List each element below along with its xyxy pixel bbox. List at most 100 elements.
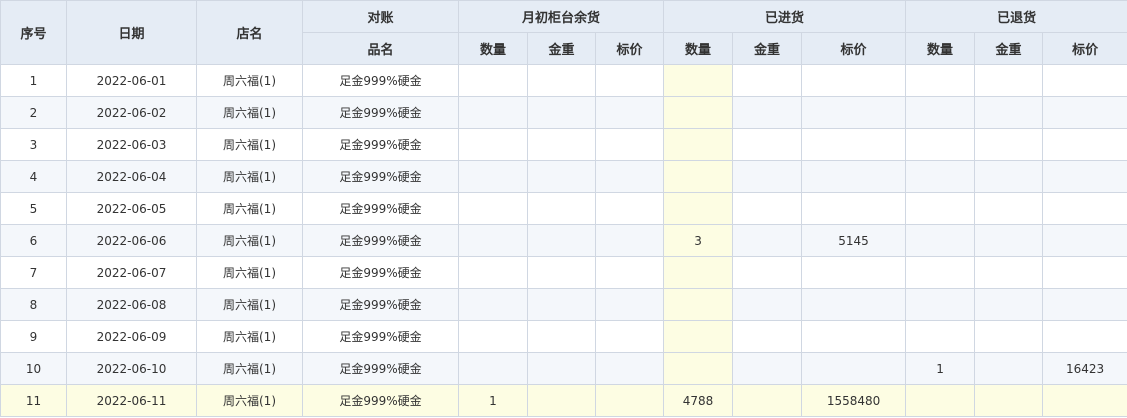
header-date[interactable]: 日期 bbox=[66, 0, 197, 65]
cell-received-price[interactable] bbox=[801, 64, 907, 97]
cell-date[interactable]: 2022-06-01 bbox=[66, 64, 197, 97]
cell-opening-qty[interactable] bbox=[458, 352, 528, 385]
cell-date[interactable]: 2022-06-08 bbox=[66, 288, 197, 321]
cell-returned-weight[interactable] bbox=[974, 224, 1044, 257]
header-product[interactable]: 品名 bbox=[302, 32, 459, 65]
cell-returned-weight[interactable] bbox=[974, 96, 1044, 129]
cell-received-qty[interactable] bbox=[663, 96, 734, 129]
cell-returned-weight[interactable] bbox=[974, 160, 1044, 193]
cell-received-price[interactable]: 1558480 bbox=[801, 384, 907, 417]
table-row[interactable]: 11 2022-06-11 周六福(1) 足金999%硬金 1 4788 1558480 bbox=[0, 384, 1127, 417]
cell-opening-qty[interactable] bbox=[458, 288, 528, 321]
cell-received-qty[interactable]: 4788 bbox=[663, 384, 734, 417]
cell-opening-qty[interactable] bbox=[458, 96, 528, 129]
cell-returned-qty[interactable] bbox=[905, 128, 976, 161]
cell-returned-weight[interactable] bbox=[974, 288, 1044, 321]
header-received-price[interactable]: 标价 bbox=[801, 32, 907, 65]
cell-received-price[interactable] bbox=[801, 160, 907, 193]
cell-opening-price[interactable] bbox=[594, 192, 665, 225]
cell-opening-qty[interactable] bbox=[458, 160, 528, 193]
cell-received-weight[interactable] bbox=[732, 384, 803, 417]
cell-returned-qty[interactable] bbox=[905, 160, 976, 193]
cell-product[interactable]: 足金999%硬金 bbox=[302, 192, 459, 225]
cell-opening-price[interactable] bbox=[594, 224, 665, 257]
cell-opening-weight[interactable] bbox=[527, 160, 596, 193]
cell-opening-weight[interactable] bbox=[527, 224, 596, 257]
cell-opening-qty[interactable] bbox=[458, 224, 528, 257]
cell-received-weight[interactable] bbox=[732, 160, 803, 193]
header-seq[interactable]: 序号 bbox=[0, 0, 67, 65]
table-row[interactable]: 9 2022-06-09 周六福(1) 足金999%硬金 bbox=[0, 320, 1127, 353]
header-opening-price[interactable]: 标价 bbox=[594, 32, 665, 65]
cell-returned-price[interactable] bbox=[1042, 288, 1127, 321]
cell-seq[interactable]: 3 bbox=[0, 128, 67, 161]
cell-received-qty[interactable] bbox=[663, 192, 734, 225]
cell-returned-qty[interactable] bbox=[905, 256, 976, 289]
cell-opening-qty[interactable] bbox=[458, 192, 528, 225]
cell-received-price[interactable] bbox=[801, 96, 907, 129]
header-opening-weight[interactable]: 金重 bbox=[527, 32, 596, 65]
cell-returned-price[interactable] bbox=[1042, 64, 1127, 97]
table-row[interactable]: 10 2022-06-10 周六福(1) 足金999%硬金 1 16423 bbox=[0, 352, 1127, 385]
table-row[interactable]: 7 2022-06-07 周六福(1) 足金999%硬金 bbox=[0, 256, 1127, 289]
header-received-weight[interactable]: 金重 bbox=[732, 32, 803, 65]
cell-received-weight[interactable] bbox=[732, 96, 803, 129]
cell-received-qty[interactable] bbox=[663, 64, 734, 97]
cell-received-weight[interactable] bbox=[732, 256, 803, 289]
cell-received-qty[interactable] bbox=[663, 320, 734, 353]
cell-store[interactable]: 周六福(1) bbox=[196, 320, 303, 353]
cell-received-price[interactable] bbox=[801, 320, 907, 353]
cell-opening-qty[interactable]: 1 bbox=[458, 384, 528, 417]
cell-date[interactable]: 2022-06-06 bbox=[66, 224, 197, 257]
table-row[interactable]: 3 2022-06-03 周六福(1) 足金999%硬金 bbox=[0, 128, 1127, 161]
cell-received-qty[interactable] bbox=[663, 288, 734, 321]
cell-received-qty[interactable] bbox=[663, 256, 734, 289]
cell-returned-qty[interactable] bbox=[905, 384, 976, 417]
cell-opening-weight[interactable] bbox=[527, 96, 596, 129]
header-received-qty[interactable]: 数量 bbox=[663, 32, 734, 65]
cell-store[interactable]: 周六福(1) bbox=[196, 384, 303, 417]
cell-seq[interactable]: 5 bbox=[0, 192, 67, 225]
header-reconcile[interactable]: 对账 bbox=[302, 0, 459, 33]
cell-date[interactable]: 2022-06-03 bbox=[66, 128, 197, 161]
cell-seq[interactable]: 9 bbox=[0, 320, 67, 353]
cell-returned-price[interactable] bbox=[1042, 256, 1127, 289]
cell-seq[interactable]: 11 bbox=[0, 384, 67, 417]
cell-received-weight[interactable] bbox=[732, 288, 803, 321]
table-row[interactable]: 8 2022-06-08 周六福(1) 足金999%硬金 bbox=[0, 288, 1127, 321]
table-row[interactable]: 4 2022-06-04 周六福(1) 足金999%硬金 bbox=[0, 160, 1127, 193]
cell-received-qty[interactable] bbox=[663, 160, 734, 193]
cell-received-weight[interactable] bbox=[732, 224, 803, 257]
cell-store[interactable]: 周六福(1) bbox=[196, 192, 303, 225]
cell-opening-weight[interactable] bbox=[527, 256, 596, 289]
cell-returned-price[interactable] bbox=[1042, 96, 1127, 129]
cell-date[interactable]: 2022-06-02 bbox=[66, 96, 197, 129]
cell-opening-price[interactable] bbox=[594, 384, 665, 417]
cell-received-weight[interactable] bbox=[732, 128, 803, 161]
cell-product[interactable]: 足金999%硬金 bbox=[302, 224, 459, 257]
header-opening-qty[interactable]: 数量 bbox=[458, 32, 528, 65]
cell-opening-price[interactable] bbox=[594, 160, 665, 193]
cell-received-qty[interactable]: 3 bbox=[663, 224, 734, 257]
table-row[interactable]: 6 2022-06-06 周六福(1) 足金999%硬金 3 5145 bbox=[0, 224, 1127, 257]
cell-store[interactable]: 周六福(1) bbox=[196, 64, 303, 97]
cell-opening-qty[interactable] bbox=[458, 64, 528, 97]
cell-opening-weight[interactable] bbox=[527, 192, 596, 225]
cell-seq[interactable]: 4 bbox=[0, 160, 67, 193]
cell-seq[interactable]: 6 bbox=[0, 224, 67, 257]
cell-returned-weight[interactable] bbox=[974, 256, 1044, 289]
cell-seq[interactable]: 1 bbox=[0, 64, 67, 97]
cell-received-price[interactable] bbox=[801, 128, 907, 161]
cell-received-weight[interactable] bbox=[732, 192, 803, 225]
cell-product[interactable]: 足金999%硬金 bbox=[302, 160, 459, 193]
cell-opening-price[interactable] bbox=[594, 320, 665, 353]
cell-opening-price[interactable] bbox=[594, 64, 665, 97]
cell-returned-price[interactable] bbox=[1042, 224, 1127, 257]
cell-seq[interactable]: 10 bbox=[0, 352, 67, 385]
cell-returned-weight[interactable] bbox=[974, 128, 1044, 161]
cell-store[interactable]: 周六福(1) bbox=[196, 224, 303, 257]
cell-received-weight[interactable] bbox=[732, 352, 803, 385]
cell-opening-price[interactable] bbox=[594, 128, 665, 161]
cell-product[interactable]: 足金999%硬金 bbox=[302, 352, 459, 385]
cell-returned-price[interactable] bbox=[1042, 192, 1127, 225]
